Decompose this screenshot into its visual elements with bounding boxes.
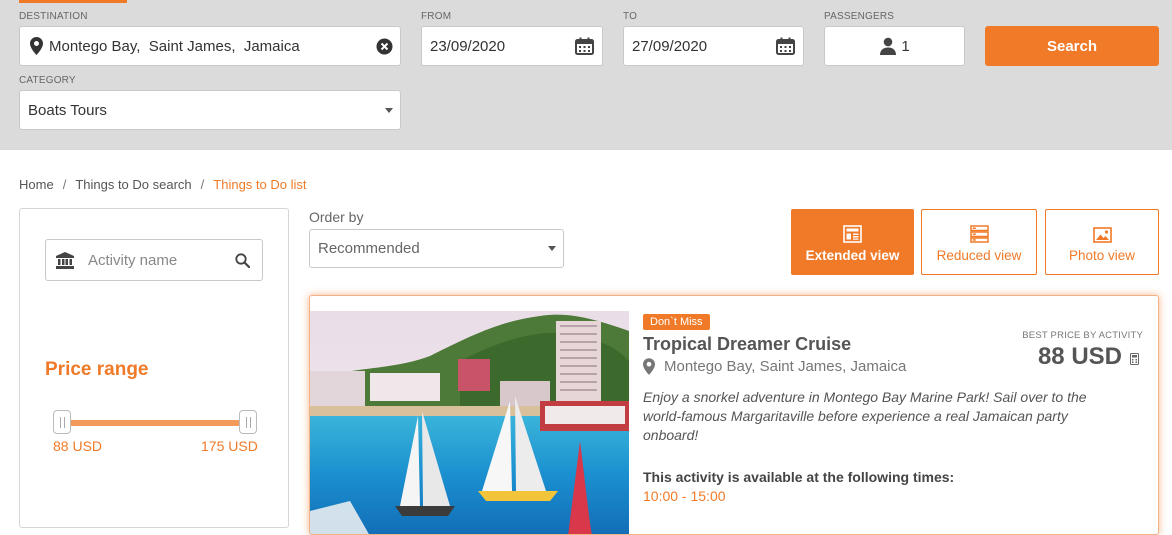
map-pin-icon xyxy=(643,358,655,375)
activity-name-input[interactable]: Activity name xyxy=(45,239,263,281)
activity-price: 88 USD xyxy=(1037,343,1122,370)
reduced-view-label: Reduced view xyxy=(936,248,1022,263)
price-slider-track[interactable] xyxy=(60,420,250,426)
passengers-value: 1 xyxy=(901,37,910,55)
breadcrumb: Home / Things to Do search / Things to D… xyxy=(19,177,306,192)
to-date-field[interactable]: 27/09/2020 xyxy=(623,26,804,66)
destination-field[interactable]: Montego Bay, Saint James, Jamaica xyxy=(19,26,401,66)
breadcrumb-separator: / xyxy=(62,177,67,192)
category-select[interactable]: Boats Tours xyxy=(19,90,401,130)
photo-view-button[interactable]: Photo view xyxy=(1045,209,1159,275)
from-label: FROM xyxy=(421,11,452,22)
category-value: Boats Tours xyxy=(28,101,107,119)
activity-title[interactable]: Tropical Dreamer Cruise xyxy=(643,334,851,355)
search-icon[interactable] xyxy=(235,252,250,268)
active-tab-indicator xyxy=(19,0,127,3)
calendar-icon[interactable] xyxy=(776,37,795,55)
destination-value: Montego Bay, Saint James, Jamaica xyxy=(49,37,300,55)
reduced-view-button[interactable]: Reduced view xyxy=(921,209,1037,275)
availability-label: This activity is available at the follow… xyxy=(643,469,955,485)
breadcrumb-current: Things to Do list xyxy=(213,177,307,192)
photo-view-label: Photo view xyxy=(1068,248,1136,263)
from-date-field[interactable]: 23/09/2020 xyxy=(421,26,603,66)
person-icon xyxy=(879,37,897,55)
category-label: CATEGORY xyxy=(19,75,76,86)
filter-sidebar: Activity name Price range 88 USD 175 USD xyxy=(19,208,289,528)
extended-view-label: Extended view xyxy=(805,248,900,263)
from-date-value: 23/09/2020 xyxy=(430,37,506,55)
activity-location-text: Montego Bay, Saint James, Jamaica xyxy=(664,358,907,375)
destination-label: DESTINATION xyxy=(19,11,88,22)
map-pin-icon xyxy=(30,37,43,55)
price-range-title: Price range xyxy=(45,359,149,380)
price-min-value: 88 USD xyxy=(53,438,103,454)
activity-photo[interactable] xyxy=(310,311,629,534)
chevron-down-icon xyxy=(385,107,393,113)
price-min-handle[interactable] xyxy=(53,410,71,434)
clear-icon[interactable] xyxy=(376,38,393,55)
order-by-value: Recommended xyxy=(318,240,420,257)
available-times[interactable]: 10:00 - 15:00 xyxy=(643,488,726,504)
extended-view-icon xyxy=(843,225,862,243)
to-date-value: 27/09/2020 xyxy=(632,37,708,55)
passengers-label: PASSENGERS xyxy=(824,11,895,22)
calculator-icon[interactable] xyxy=(1130,353,1139,365)
activity-name-placeholder: Activity name xyxy=(88,251,178,269)
breadcrumb-home[interactable]: Home xyxy=(19,177,54,192)
breadcrumb-search[interactable]: Things to Do search xyxy=(75,177,191,192)
reduced-view-icon xyxy=(969,225,989,243)
activity-card[interactable]: Don`t Miss Tropical Dreamer Cruise Monte… xyxy=(309,295,1159,535)
search-button[interactable]: Search xyxy=(985,26,1159,66)
promo-badge: Don`t Miss xyxy=(643,314,710,330)
order-by-label: Order by xyxy=(309,209,364,225)
best-price-label: BEST PRICE BY ACTIVITY xyxy=(1022,330,1143,341)
price-max-value: 175 USD xyxy=(201,438,258,454)
activity-location: Montego Bay, Saint James, Jamaica xyxy=(643,358,906,375)
search-panel: DESTINATION Montego Bay, Saint James, Ja… xyxy=(0,0,1172,150)
calendar-icon[interactable] xyxy=(575,37,594,55)
extended-view-button[interactable]: Extended view xyxy=(791,209,914,275)
landmark-icon xyxy=(56,251,74,269)
to-label: TO xyxy=(623,11,638,22)
price-max-handle[interactable] xyxy=(239,410,257,434)
passengers-field[interactable]: 1 xyxy=(824,26,965,66)
breadcrumb-separator: / xyxy=(200,177,205,192)
photo-view-icon xyxy=(1092,227,1112,243)
chevron-down-icon xyxy=(548,246,556,251)
order-by-select[interactable]: Recommended xyxy=(309,229,564,268)
activity-description: Enjoy a snorkel adventure in Montego Bay… xyxy=(643,389,1087,443)
